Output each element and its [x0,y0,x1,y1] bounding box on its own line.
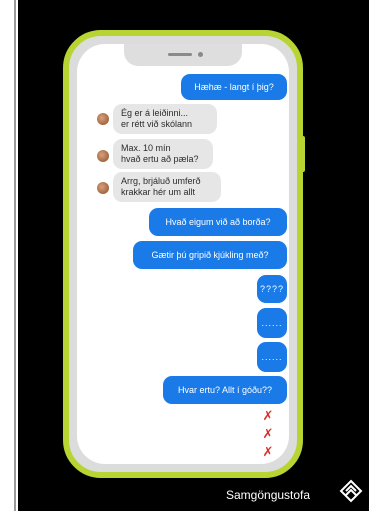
message-bubble: Gætir þú gripið kjúkling með? [133,241,287,269]
message-bubble: Hæhæ - langt í þig? [181,74,287,100]
chat-screen: Hæhæ - langt í þig? Ég er á leiðinni... … [77,44,289,464]
broken-heart-icon: ✗ [262,445,274,460]
message-line: krakkar hér um allt [121,187,196,197]
message-bubble: Arrg, brjáluð umferð krakkar hér um allt [113,172,221,202]
message-bubble: ...... [257,308,287,338]
message-line: Ég er á leiðinni... [121,108,189,118]
avatar [97,150,109,162]
message-bubble: ???? [257,275,287,303]
camera-icon [198,52,203,57]
message-bubble: Max. 10 mín hvað ertu að pæla? [113,139,213,169]
broken-heart-icon: ✗ [262,427,274,442]
message-line: er rétt við skólann [121,119,193,129]
avatar [97,113,109,125]
brand-name: Samgöngustofa [226,488,311,502]
message-bubble: Ég er á leiðinni... er rétt við skólann [113,104,217,134]
message-bubble: Hvað eigum við að borða? [149,208,287,236]
message-line: Arrg, brjáluð umferð [121,176,201,186]
message-bubble: ...... [257,342,287,372]
broken-heart-icon: ✗ [262,409,274,424]
message-line: Max. 10 mín [121,143,171,153]
phone-frame: Hæhæ - langt í þig? Ég er á leiðinni... … [63,30,303,478]
message-line: hvað ertu að pæla? [121,154,199,164]
avatar [97,182,109,194]
brand-logo-icon [339,479,363,503]
message-bubble: Hvar ertu? Allt í góðu?? [163,376,287,404]
phone-notch [124,44,242,66]
left-divider [14,0,16,511]
speaker-grille [168,53,192,56]
